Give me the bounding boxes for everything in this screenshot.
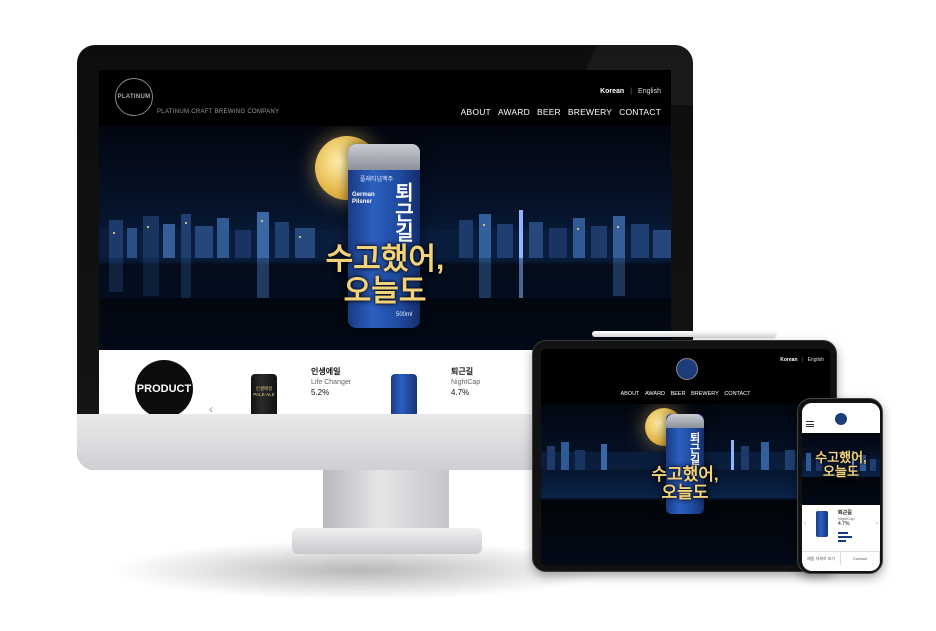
monitor-stand-base — [292, 528, 482, 554]
product-info-ale: 인생에일 Life Changer 5.2% — [311, 366, 351, 397]
nav-contact[interactable]: CONTACT — [619, 107, 661, 117]
tablet-screen: Korean | English ABOUT AWARD BEER BREWER… — [541, 349, 830, 565]
carousel-prev-icon[interactable]: ‹ — [209, 402, 213, 414]
tablet-can-title: 퇴근길 — [688, 432, 700, 465]
tablet-device: Korean | English ABOUT AWARD BEER BREWER… — [532, 340, 837, 572]
nav-about[interactable]: ABOUT — [461, 107, 491, 117]
phone-next-icon[interactable]: › — [876, 521, 878, 527]
nav-award[interactable]: AWARD — [498, 107, 530, 117]
tablet-nav-award[interactable]: AWARD — [645, 391, 665, 397]
product-subtitle: Life Changer — [311, 379, 352, 386]
language-switcher: Korean | English — [600, 88, 661, 95]
can-title: 퇴근길 — [391, 182, 413, 242]
tablet-lang-separator: | — [801, 357, 804, 363]
tablet-nav-about[interactable]: ABOUT — [620, 391, 639, 397]
phone-taste-bars — [838, 532, 860, 542]
logo-text: PLATINUM — [117, 94, 151, 100]
product-badge[interactable]: PRODUCT — [135, 360, 193, 414]
lang-separator: | — [630, 88, 633, 95]
hero-banner: 플래티넘맥주 German Pilsner 퇴근길 500ml 수고했어, 오늘… — [99, 126, 671, 350]
can-volume: 500ml — [396, 312, 413, 318]
product-subtitle: NightCap — [451, 379, 481, 386]
can-top — [348, 144, 420, 170]
tablet-language-switcher: Korean | English — [780, 357, 824, 363]
phone-action-buttons: 제품 자세히 보기 Contact — [802, 551, 880, 565]
tablet-tagline: 수고했어, 오늘도 — [625, 466, 745, 502]
lang-english[interactable]: English — [638, 88, 661, 95]
hamburger-menu-icon[interactable] — [806, 421, 814, 427]
tablet-nav-beer[interactable]: BEER — [671, 391, 686, 397]
tablet-nav-contact[interactable]: CONTACT — [724, 391, 750, 397]
tagline-line-1: 수고했어, — [325, 243, 445, 276]
tablet-can-top — [666, 414, 704, 428]
main-nav: ABOUT AWARD BEER BREWERY CONTACT — [461, 107, 661, 117]
tablet-nav: ABOUT AWARD BEER BREWERY CONTACT — [541, 391, 830, 397]
tablet-tagline-line-2: 오늘도 — [661, 482, 709, 502]
contact-button[interactable]: Contact — [841, 552, 880, 565]
brand-logo[interactable]: PLATINUM — [115, 78, 153, 116]
nav-brewery[interactable]: BREWERY — [568, 107, 612, 117]
product-can-image-nightcap[interactable] — [391, 374, 417, 414]
tablet-tagline-line-1: 수고했어, — [651, 465, 719, 484]
phone-logo[interactable] — [835, 413, 847, 425]
tablet-lang-korean[interactable]: Korean — [780, 357, 797, 363]
phone-screen: 수고했어, 오늘도 ‹ › 퇴근길 NightCap 4.7% 제품 자세히 보… — [802, 403, 880, 571]
tablet-nav-brewery[interactable]: BREWERY — [691, 391, 719, 397]
phone-header — [802, 403, 880, 433]
hero-tagline: 수고했어, 오늘도 — [285, 244, 485, 307]
can-brand-label: German Pilsner — [352, 192, 375, 205]
phone-prev-icon[interactable]: ‹ — [804, 521, 806, 527]
monitor-stand-neck — [323, 470, 449, 530]
stylus-pencil — [592, 331, 776, 337]
tagline-line-2: 오늘도 — [343, 274, 427, 308]
product-name[interactable]: 인생에일 — [311, 366, 351, 377]
product-abv: 4.7% — [451, 388, 470, 397]
product-name[interactable]: 퇴근길 — [451, 366, 480, 377]
view-details-button[interactable]: 제품 자세히 보기 — [802, 552, 841, 565]
phone-product-info: 퇴근길 NightCap 4.7% — [838, 509, 855, 527]
taste-bar — [838, 536, 852, 538]
phone-tagline-line-1: 수고했어, — [815, 450, 867, 465]
nav-beer[interactable]: BEER — [537, 107, 561, 117]
product-info-nightcap: 퇴근길 NightCap 4.7% — [451, 366, 480, 397]
taste-bar — [838, 532, 848, 534]
tablet-hero: 퇴근길 수고했어, 오늘도 — [541, 404, 830, 565]
phone-device: 수고했어, 오늘도 ‹ › 퇴근길 NightCap 4.7% 제품 자세히 보… — [797, 398, 883, 574]
phone-product-name[interactable]: 퇴근길 — [838, 509, 855, 516]
phone-product-abv: 4.7% — [838, 521, 850, 527]
phone-product: ‹ › 퇴근길 NightCap 4.7% — [802, 505, 880, 547]
taste-bar — [838, 540, 846, 542]
phone-tagline: 수고했어, 오늘도 — [802, 451, 880, 478]
brand-name: PLATINUM CRAFT BREWING COMPANY — [157, 109, 280, 115]
phone-product-can-image[interactable] — [816, 511, 828, 537]
site-header: PLATINUM PLATINUM CRAFT BREWING COMPANY … — [99, 70, 671, 126]
product-can-label: 인생에일 PALE-ALE — [253, 386, 275, 397]
product-can-image-ale[interactable]: 인생에일 PALE-ALE — [251, 374, 277, 414]
tablet-logo[interactable] — [676, 358, 698, 380]
tablet-lang-english[interactable]: English — [808, 357, 824, 363]
lang-korean[interactable]: Korean — [600, 88, 624, 95]
mockup-stage: PLATINUM PLATINUM CRAFT BREWING COMPANY … — [0, 0, 936, 631]
phone-hero: 수고했어, 오늘도 — [802, 433, 880, 505]
product-abv: 5.2% — [311, 388, 330, 397]
phone-tagline-line-2: 오늘도 — [823, 463, 859, 479]
